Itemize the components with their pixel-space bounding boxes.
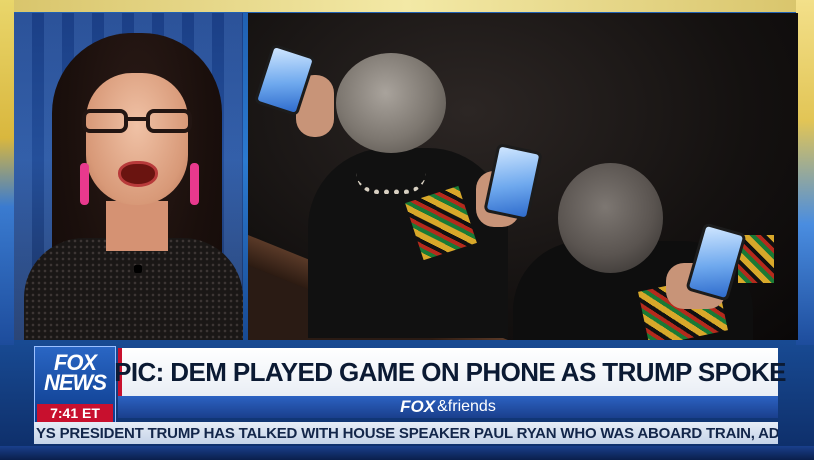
host-glasses <box>82 109 192 133</box>
host-mouth <box>118 161 158 187</box>
time-badge: 7:41 ET <box>37 404 113 422</box>
host-video-panel <box>14 13 243 340</box>
earring-left <box>80 163 89 205</box>
glasses-lens-left <box>82 109 128 133</box>
glasses-lens-right <box>146 109 192 133</box>
phone-left <box>483 142 543 222</box>
top-glow <box>0 0 814 12</box>
left-studio-stripe <box>0 0 14 345</box>
show-name-friends: &friends <box>437 398 496 415</box>
news-ticker: YS PRESIDENT TRUMP HAS TALKED WITH HOUSE… <box>34 422 778 444</box>
fox-news-logo: FOX NEWS 7:41 ET <box>34 346 116 426</box>
show-name-bar: FOX &friends <box>118 396 778 418</box>
logo-news-text: NEWS <box>44 370 107 395</box>
show-name-fox: FOX <box>400 397 436 416</box>
headline-text: PIC: DEM PLAYED GAME ON PHONE AS TRUMP S… <box>114 356 786 387</box>
phone-left-screen <box>486 146 540 218</box>
glasses-bridge <box>128 117 146 121</box>
host-top <box>24 238 243 340</box>
lower-third: FOX NEWS 7:41 ET PIC: DEM PLAYED GAME ON… <box>0 340 814 460</box>
earring-right <box>190 163 199 205</box>
headline-bar: PIC: DEM PLAYED GAME ON PHONE AS TRUMP S… <box>114 348 787 396</box>
bottom-band <box>0 446 814 460</box>
person-left-hair <box>336 53 446 153</box>
chamber-photo-panel <box>248 13 798 340</box>
right-studio-stripe <box>796 0 814 345</box>
person-right-hair <box>558 163 663 273</box>
pearl-necklace <box>356 173 426 194</box>
lapel-mic <box>134 265 142 273</box>
host-neck <box>106 201 168 251</box>
ticker-text: YS PRESIDENT TRUMP HAS TALKED WITH HOUSE… <box>36 424 778 442</box>
